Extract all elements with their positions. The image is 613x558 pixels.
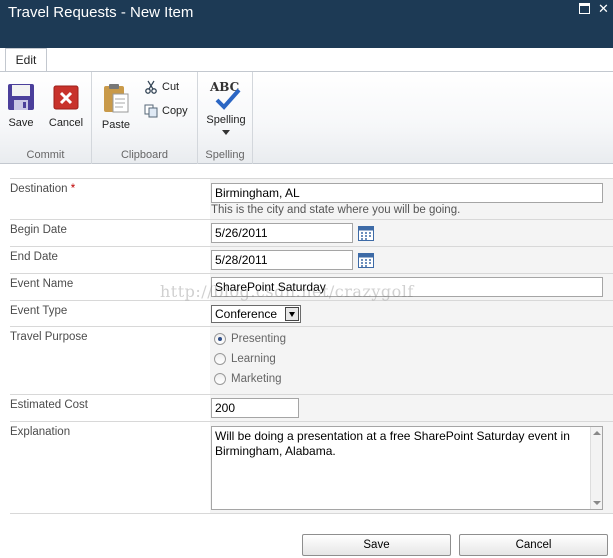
end-date-input[interactable]: 5/28/2011 — [211, 250, 353, 270]
event-type-label: Event Type — [10, 305, 68, 317]
ribbon-group-commit: Save Cancel Commit — [0, 72, 92, 164]
ribbon-cut-label: Cut — [162, 81, 180, 93]
spelling-check-icon: ABC — [209, 80, 243, 112]
row-begin-date: Begin Date 5/26/2011 — [10, 219, 613, 246]
row-explanation: Explanation Will be doing a presentation… — [10, 421, 613, 513]
destination-label: Destination — [10, 183, 68, 195]
radio-presenting[interactable]: Presenting — [214, 333, 286, 345]
end-date-label: End Date — [10, 251, 58, 263]
chevron-down-icon — [222, 130, 230, 135]
ribbon-spelling-button[interactable]: ABC Spelling — [203, 80, 249, 138]
row-destination: Destination * Birmingham, AL This is the… — [10, 178, 613, 219]
scroll-up-icon[interactable] — [593, 431, 601, 435]
group-label-spelling: Spelling — [205, 149, 245, 161]
cancel-x-icon — [53, 85, 79, 110]
ribbon-paste-button[interactable]: Paste — [100, 82, 132, 131]
ribbon-group-clipboard: Paste Cut Copy Clipboard — [92, 72, 198, 164]
group-label-clipboard: Clipboard — [120, 149, 169, 161]
row-end-date: End Date 5/28/2011 — [10, 246, 613, 273]
radio-learning-label: Learning — [231, 353, 276, 365]
close-icon[interactable]: ✕ — [598, 2, 609, 15]
ribbon: Save Cancel Commit Paste Cut Copy Clipbo… — [0, 71, 613, 164]
form-divider — [10, 513, 613, 514]
begin-date-input[interactable]: 5/26/2011 — [211, 223, 353, 243]
destination-input[interactable]: Birmingham, AL — [211, 183, 603, 203]
radio-presenting-label: Presenting — [231, 333, 286, 345]
travel-purpose-label: Travel Purpose — [10, 331, 88, 343]
event-type-value: Conference — [215, 307, 278, 321]
radio-unselected-icon — [214, 373, 226, 385]
scroll-down-icon[interactable] — [593, 501, 601, 505]
explanation-textarea[interactable]: Will be doing a presentation at a free S… — [211, 426, 603, 510]
explanation-label: Explanation — [10, 426, 71, 438]
radio-unselected-icon — [214, 353, 226, 365]
row-estimated-cost: Estimated Cost 200 — [10, 394, 613, 421]
calendar-icon[interactable] — [358, 225, 374, 241]
ribbon-spelling-label: Spelling — [206, 114, 246, 126]
save-button[interactable]: Save — [302, 534, 451, 556]
ribbon-paste-label: Paste — [101, 119, 131, 131]
title-bar: Travel Requests - New Item ✕ — [0, 0, 613, 48]
explanation-text: Will be doing a presentation at a free S… — [215, 429, 570, 458]
scissors-icon — [145, 80, 157, 94]
vertical-scrollbar[interactable] — [590, 427, 602, 509]
ribbon-cancel-label: Cancel — [48, 117, 84, 129]
row-event-type: Event Type Conference — [10, 300, 613, 326]
calendar-icon[interactable] — [358, 252, 374, 268]
row-travel-purpose: Travel Purpose Presenting Learning Marke… — [10, 326, 613, 394]
cancel-button[interactable]: Cancel — [459, 534, 608, 556]
estimated-cost-label: Estimated Cost — [10, 399, 88, 411]
ribbon-copy-button[interactable]: Copy — [144, 104, 188, 118]
chevron-down-icon — [285, 307, 299, 321]
ribbon-save-label: Save — [8, 117, 34, 129]
floppy-disk-icon — [8, 84, 34, 110]
watermark: http://blog.csdn.net/crazygolf — [160, 282, 414, 301]
radio-selected-icon — [214, 333, 226, 345]
required-mark: * — [70, 183, 76, 195]
ribbon-save-button[interactable]: Save — [5, 82, 37, 129]
ribbon-cut-button[interactable]: Cut — [144, 80, 179, 94]
tab-edit[interactable]: Edit — [5, 48, 47, 71]
ribbon-group-spelling: ABC Spelling Spelling — [198, 72, 253, 164]
copy-icon — [144, 104, 158, 118]
maximize-icon[interactable] — [579, 3, 590, 14]
radio-learning[interactable]: Learning — [214, 353, 276, 365]
begin-date-label: Begin Date — [10, 224, 67, 236]
destination-description: This is the city and state where you wil… — [211, 204, 461, 216]
group-label-commit: Commit — [26, 149, 65, 161]
ribbon-copy-label: Copy — [162, 105, 188, 117]
radio-marketing-label: Marketing — [231, 373, 282, 385]
paste-clipboard-icon — [104, 84, 129, 113]
ribbon-cancel-button[interactable]: Cancel — [46, 82, 86, 129]
window-title: Travel Requests - New Item — [8, 4, 194, 21]
radio-marketing[interactable]: Marketing — [214, 373, 282, 385]
estimated-cost-input[interactable]: 200 — [211, 398, 299, 418]
event-type-select[interactable]: Conference — [211, 305, 301, 323]
